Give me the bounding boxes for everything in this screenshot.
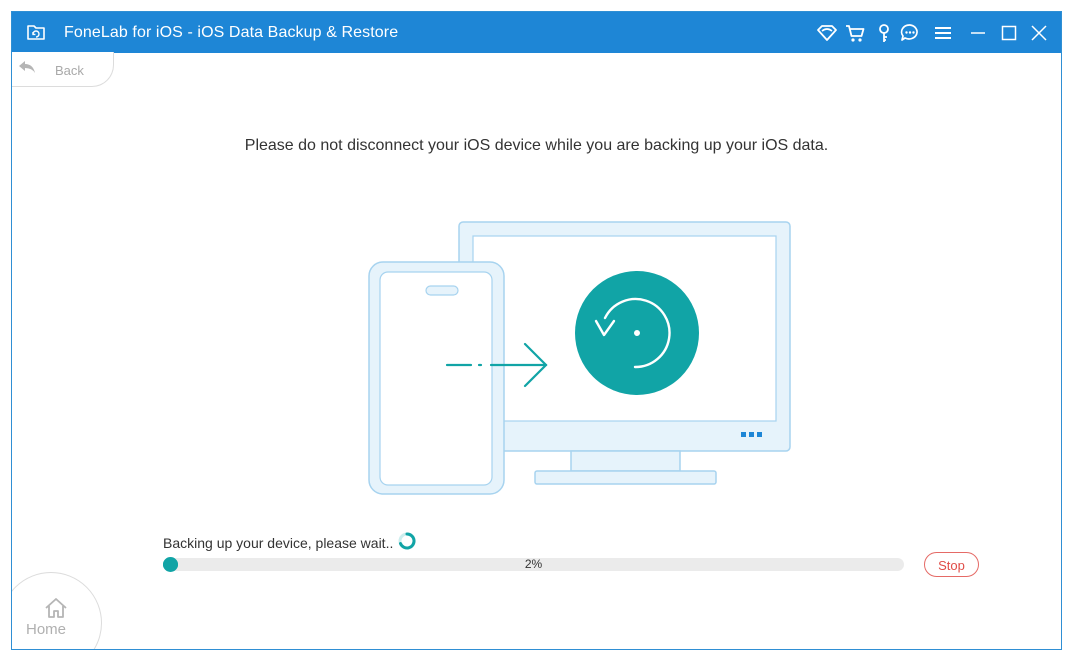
loading-spinner-icon [398,532,416,550]
minimize-icon[interactable] [967,22,989,44]
phone-icon [368,261,505,495]
app-logo-icon [27,25,45,40]
stop-button[interactable]: Stop [924,552,979,577]
backup-illustration [368,221,791,495]
home-label: Home [26,621,67,638]
backup-status-text: Backing up your device, please wait.. [163,535,394,551]
cart-icon[interactable] [844,22,866,44]
menu-icon[interactable] [932,22,954,44]
window-title: FoneLab for iOS - iOS Data Backup & Rest… [64,24,399,41]
app-window: FoneLab for iOS - iOS Data Backup & Rest… [11,11,1062,650]
back-arrow-icon [19,61,35,73]
backup-warning-message: Please do not disconnect your iOS device… [244,137,829,154]
back-button[interactable]: Back [12,52,114,87]
restore-icon [575,271,699,395]
maximize-icon[interactable] [998,22,1020,44]
back-label: Back [55,63,84,78]
progress-percent-label: 2% [524,557,543,571]
wifi-icon[interactable] [816,22,838,44]
home-icon [45,598,67,618]
chat-icon[interactable] [899,22,921,44]
backup-progress-bar: 2% [163,557,904,572]
close-icon[interactable] [1028,22,1050,44]
key-icon[interactable] [873,22,895,44]
home-button[interactable]: Home [12,572,102,649]
title-bar: FoneLab for iOS - iOS Data Backup & Rest… [12,12,1061,53]
